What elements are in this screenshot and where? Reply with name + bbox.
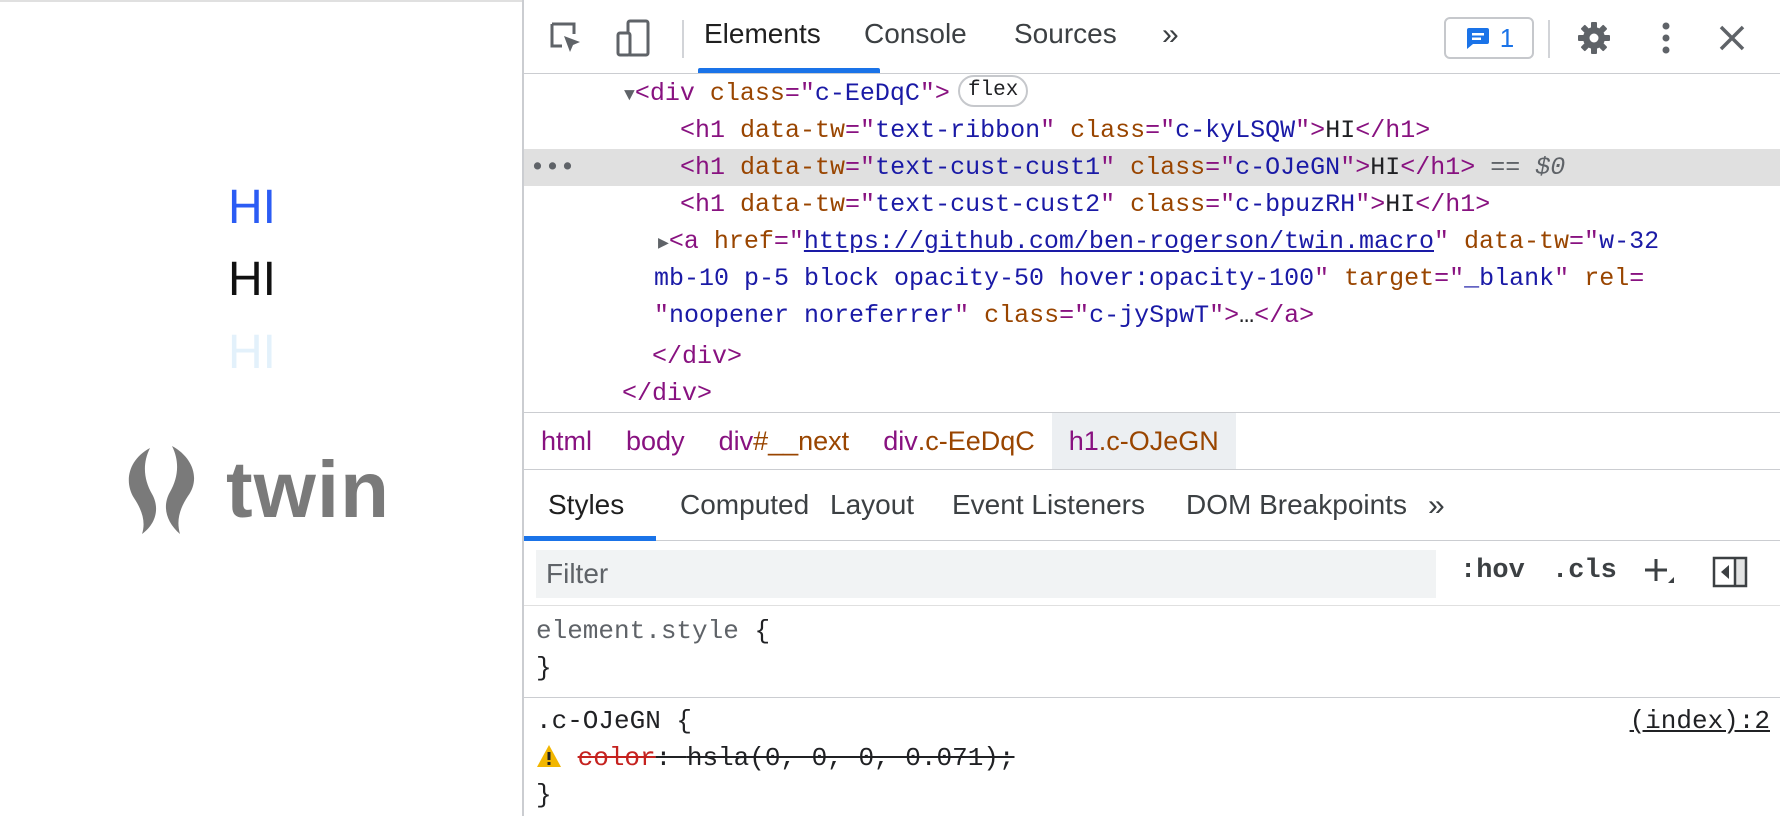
elements-tree: ▼<div class="c-EeDqC"> flex <h1 data-tw="… [524,75,1780,412]
tree-node-h1-cust1-selected[interactable]: ••• <h1 data-tw="text-cust-cust1" class="… [524,149,1780,186]
tab-computed[interactable]: Computed [680,489,809,521]
styles-pane: element.style { } .c-OJeGN { (index):2 c… [524,607,1780,816]
toggle-sidebar-icon[interactable] [1710,552,1750,592]
close-icon[interactable] [1712,18,1752,58]
tree-node-div[interactable]: ▼<div class="c-EeDqC"> flex [524,75,1780,112]
tab-elements[interactable]: Elements [704,18,821,50]
more-tabs-button[interactable]: » [1162,18,1179,52]
new-style-rule-icon[interactable] [1638,552,1678,592]
breadcrumb: html body div #__next div .c-EeDqC h1 .c-OJ… [524,412,1780,470]
more-options-icon[interactable] [1646,18,1686,58]
issues-count: 1 [1499,22,1515,53]
cls-toggle[interactable]: .cls [1552,556,1617,586]
breadcrumb-body[interactable]: body [609,413,702,469]
toolbar-divider [682,20,684,58]
more-subtabs-button[interactable]: » [1428,489,1445,523]
breadcrumb-div-next[interactable]: div #__next [702,413,867,469]
tree-node-anchor[interactable]: ▶<a href="https://github.com/ben-rogerso… [524,223,1780,260]
twin-logo-icon [128,446,195,534]
source-link[interactable]: (index):2 [1630,703,1770,740]
inspect-element-icon[interactable] [546,18,586,58]
heading-cust1: HI [228,253,276,306]
tab-sources[interactable]: Sources [1014,18,1117,50]
tab-console[interactable]: Console [864,18,967,50]
more-actions-icon[interactable]: ••• [530,149,575,186]
rule-close-brace: } [536,780,552,810]
filter-input[interactable] [536,550,1436,598]
tab-event-listeners[interactable]: Event Listeners [952,489,1145,521]
collapse-triangle-icon[interactable]: ▼ [624,86,635,106]
styles-filter-bar: :hov .cls [524,542,1780,606]
devtools-toolbar: Elements Console Sources » 1 [524,0,1780,74]
tree-node-anchor-wrap-2: "noopener noreferrer" class="c-jySpwT">…… [654,301,1315,330]
tree-node-h1-cust2[interactable]: <h1 data-tw="text-cust-cust2" class="c-b… [524,186,1780,223]
rule-divider [524,697,1780,698]
toolbar-divider [1548,20,1550,58]
devtools-panel: Elements Console Sources » 1 ▼<div class… [522,0,1780,816]
tab-layout[interactable]: Layout [830,489,914,521]
twin-logo-link[interactable]: twin [116,442,390,538]
anchor-href-link[interactable]: https://github.com/ben-rogerson/twin.mac… [804,227,1434,256]
tree-node-anchor-wrap-1: mb-10 p-5 block opacity-50 hover:opacity… [654,264,1645,293]
element-style-rule[interactable]: element.style { [536,613,770,650]
heading-cust2: HI [228,326,276,379]
warning-icon [536,743,562,773]
issues-button[interactable]: 1 [1444,17,1534,59]
tree-node-h1-ribbon[interactable]: <h1 data-tw="text-ribbon" class="c-kyLSQ… [524,112,1780,149]
tree-node-close-div-outer[interactable]: </div> [524,375,1780,412]
rule-declaration[interactable]: color: hsla(0, 0, 0, 0.071); [536,740,1015,777]
settings-gear-icon[interactable] [1574,18,1614,58]
breadcrumb-html[interactable]: html [524,413,609,469]
heading-ribbon: HI [228,181,276,234]
message-icon [1466,28,1489,49]
device-toolbar-icon[interactable] [614,18,654,58]
styles-subtabs: Styles Computed Layout Event Listeners D… [524,471,1780,541]
flex-badge[interactable]: flex [957,75,1029,108]
active-subtab-indicator [524,536,656,541]
page-preview: HI HI HI twin [0,0,522,816]
rule-close-brace: } [536,653,552,683]
breadcrumb-div-eedqc[interactable]: div .c-EeDqC [866,413,1052,469]
rule-selector[interactable]: .c-OJeGN { [536,703,692,740]
active-tab-indicator [698,68,880,73]
breadcrumb-h1-ojegn[interactable]: h1 .c-OJeGN [1051,413,1236,469]
tab-styles[interactable]: Styles [548,489,624,521]
hov-toggle[interactable]: :hov [1460,556,1525,586]
tree-node-close-div-inner[interactable]: </div> [524,338,1780,375]
expand-triangle-icon[interactable]: ▶ [658,234,669,254]
tab-dom-breakpoints[interactable]: DOM Breakpoints [1186,489,1407,521]
logo-text: twin [226,445,390,534]
